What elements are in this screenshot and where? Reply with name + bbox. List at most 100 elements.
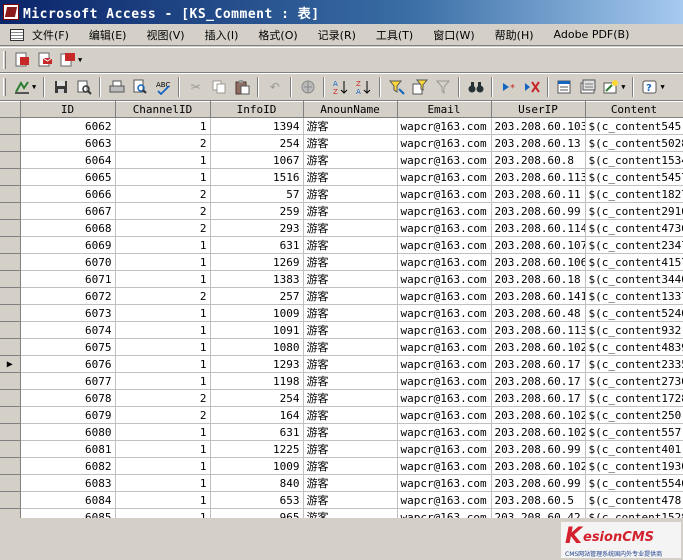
cell-email[interactable]: wapcr@163.com <box>397 219 492 237</box>
cell-channelid[interactable]: 1 <box>115 457 211 475</box>
record-selector[interactable] <box>0 389 21 407</box>
cell-email[interactable]: wapcr@163.com <box>397 389 492 407</box>
cell-userip[interactable]: 203.208.60.42 <box>491 508 586 518</box>
cell-channelid[interactable]: 2 <box>115 134 211 152</box>
cell-infoid[interactable]: 57 <box>210 185 304 203</box>
cell-email[interactable]: wapcr@163.com <box>397 338 492 356</box>
cell-channelid[interactable]: 1 <box>115 151 211 169</box>
cell-content[interactable]: $(c_content545) <box>585 117 683 135</box>
cell-infoid[interactable]: 1091 <box>210 321 304 339</box>
cell-userip[interactable]: 203.208.60.102 <box>491 406 586 424</box>
cell-id[interactable]: 6078 <box>20 389 116 407</box>
record-selector[interactable] <box>0 440 21 458</box>
menu-help[interactable]: 帮助(H) <box>495 27 534 43</box>
cell-userip[interactable]: 203.208.60.8 <box>491 151 586 169</box>
cell-infoid[interactable]: 257 <box>210 287 304 305</box>
cell-email[interactable]: wapcr@163.com <box>397 151 492 169</box>
cell-userip[interactable]: 203.208.60.99 <box>491 440 586 458</box>
cell-content[interactable]: $(c_content3440 <box>585 270 683 288</box>
cell-content[interactable]: $(c_content5457 <box>585 168 683 186</box>
copy-icon[interactable] <box>209 78 228 97</box>
cell-userip[interactable]: 203.208.60.102 <box>491 423 586 441</box>
cell-email[interactable]: wapcr@163.com <box>397 185 492 203</box>
record-selector[interactable] <box>0 372 21 390</box>
cell-userip[interactable]: 203.208.60.102 <box>491 457 586 475</box>
cell-id[interactable]: 6068 <box>20 219 116 237</box>
table-row[interactable]: 6073 1 1009 游客 wapcr@163.com 203.208.60.48 $(c… <box>0 304 683 322</box>
cell-infoid[interactable]: 631 <box>210 236 304 254</box>
menu-tools[interactable]: 工具(T) <box>376 27 413 43</box>
cell-email[interactable]: wapcr@163.com <box>397 321 492 339</box>
menu-records[interactable]: 记录(R) <box>318 27 356 43</box>
cell-id[interactable]: 6076 <box>20 355 116 373</box>
new-object-dropdown-chevron-icon[interactable]: ▼ <box>621 83 625 91</box>
cell-channelid[interactable]: 1 <box>115 304 211 322</box>
cell-channelid[interactable]: 1 <box>115 355 211 373</box>
current-record-indicator[interactable]: ▶ <box>0 355 21 373</box>
cell-content[interactable]: $(c_content2916 <box>585 202 683 220</box>
cell-id[interactable]: 6077 <box>20 372 116 390</box>
save-icon[interactable] <box>51 78 70 97</box>
cell-content[interactable]: $(c_content478) <box>585 491 683 509</box>
cell-infoid[interactable]: 1269 <box>210 253 304 271</box>
sort-descending-icon[interactable]: ZA <box>354 78 373 97</box>
apply-filter-icon[interactable] <box>433 78 452 97</box>
cell-id[interactable]: 6084 <box>20 491 116 509</box>
cell-anounname[interactable]: 游客 <box>303 236 398 254</box>
cell-id[interactable]: 6066 <box>20 185 116 203</box>
database-window-icon[interactable] <box>578 78 597 97</box>
column-header-userip[interactable]: UserIP <box>491 101 586 118</box>
cell-email[interactable]: wapcr@163.com <box>397 457 492 475</box>
cell-infoid[interactable]: 1383 <box>210 270 304 288</box>
help-icon[interactable]: ? <box>640 78 659 97</box>
record-selector[interactable] <box>0 474 21 492</box>
cell-anounname[interactable]: 游客 <box>303 508 398 518</box>
cell-id[interactable]: 6083 <box>20 474 116 492</box>
cell-userip[interactable]: 203.208.60.5 <box>491 491 586 509</box>
cell-content[interactable]: $(c_content1534 <box>585 151 683 169</box>
cell-anounname[interactable]: 游客 <box>303 423 398 441</box>
cell-anounname[interactable]: 游客 <box>303 389 398 407</box>
find-icon[interactable] <box>466 78 485 97</box>
record-selector[interactable] <box>0 508 21 518</box>
cell-anounname[interactable]: 游客 <box>303 117 398 135</box>
cell-channelid[interactable]: 1 <box>115 253 211 271</box>
table-row[interactable]: 6066 2 57 游客 wapcr@163.com 203.208.60.11 $(c_c… <box>0 185 683 203</box>
record-selector[interactable] <box>0 253 21 271</box>
cell-anounname[interactable]: 游客 <box>303 372 398 390</box>
cell-userip[interactable]: 203.208.60.17 <box>491 389 586 407</box>
cell-anounname[interactable]: 游客 <box>303 270 398 288</box>
cell-infoid[interactable]: 1394 <box>210 117 304 135</box>
cell-anounname[interactable]: 游客 <box>303 202 398 220</box>
cell-infoid[interactable]: 1225 <box>210 440 304 458</box>
record-selector[interactable] <box>0 168 21 186</box>
cell-email[interactable]: wapcr@163.com <box>397 236 492 254</box>
cell-channelid[interactable]: 1 <box>115 508 211 518</box>
toolbar-options-chevron-icon[interactable]: ▼ <box>78 56 82 64</box>
cell-content[interactable]: $(c_content4839 <box>585 338 683 356</box>
new-record-icon[interactable]: * <box>499 78 518 97</box>
cell-infoid[interactable]: 1009 <box>210 457 304 475</box>
record-selector[interactable] <box>0 202 21 220</box>
cell-infoid[interactable]: 293 <box>210 219 304 237</box>
cell-id[interactable]: 6067 <box>20 202 116 220</box>
table-row[interactable]: 6075 1 1080 游客 wapcr@163.com 203.208.60.102 $(… <box>0 338 683 356</box>
table-row[interactable]: 6070 1 1269 游客 wapcr@163.com 203.208.60.106 $(… <box>0 253 683 271</box>
table-row[interactable]: 6082 1 1009 游客 wapcr@163.com 203.208.60.102 $(… <box>0 457 683 475</box>
record-selector[interactable] <box>0 117 21 135</box>
cell-infoid[interactable]: 1516 <box>210 168 304 186</box>
cell-anounname[interactable]: 游客 <box>303 253 398 271</box>
print-preview-icon[interactable] <box>130 78 149 97</box>
cell-infoid[interactable]: 1293 <box>210 355 304 373</box>
cell-id[interactable]: 6064 <box>20 151 116 169</box>
cell-channelid[interactable]: 1 <box>115 372 211 390</box>
column-header-channelid[interactable]: ChannelID <box>115 101 211 118</box>
cell-infoid[interactable]: 840 <box>210 474 304 492</box>
cell-id[interactable]: 6070 <box>20 253 116 271</box>
cell-userip[interactable]: 203.208.60.141 <box>491 287 586 305</box>
cell-userip[interactable]: 203.208.60.114 <box>491 219 586 237</box>
record-selector[interactable] <box>0 236 21 254</box>
cut-icon[interactable]: ✂ <box>186 78 205 97</box>
cell-email[interactable]: wapcr@163.com <box>397 270 492 288</box>
cell-anounname[interactable]: 游客 <box>303 457 398 475</box>
